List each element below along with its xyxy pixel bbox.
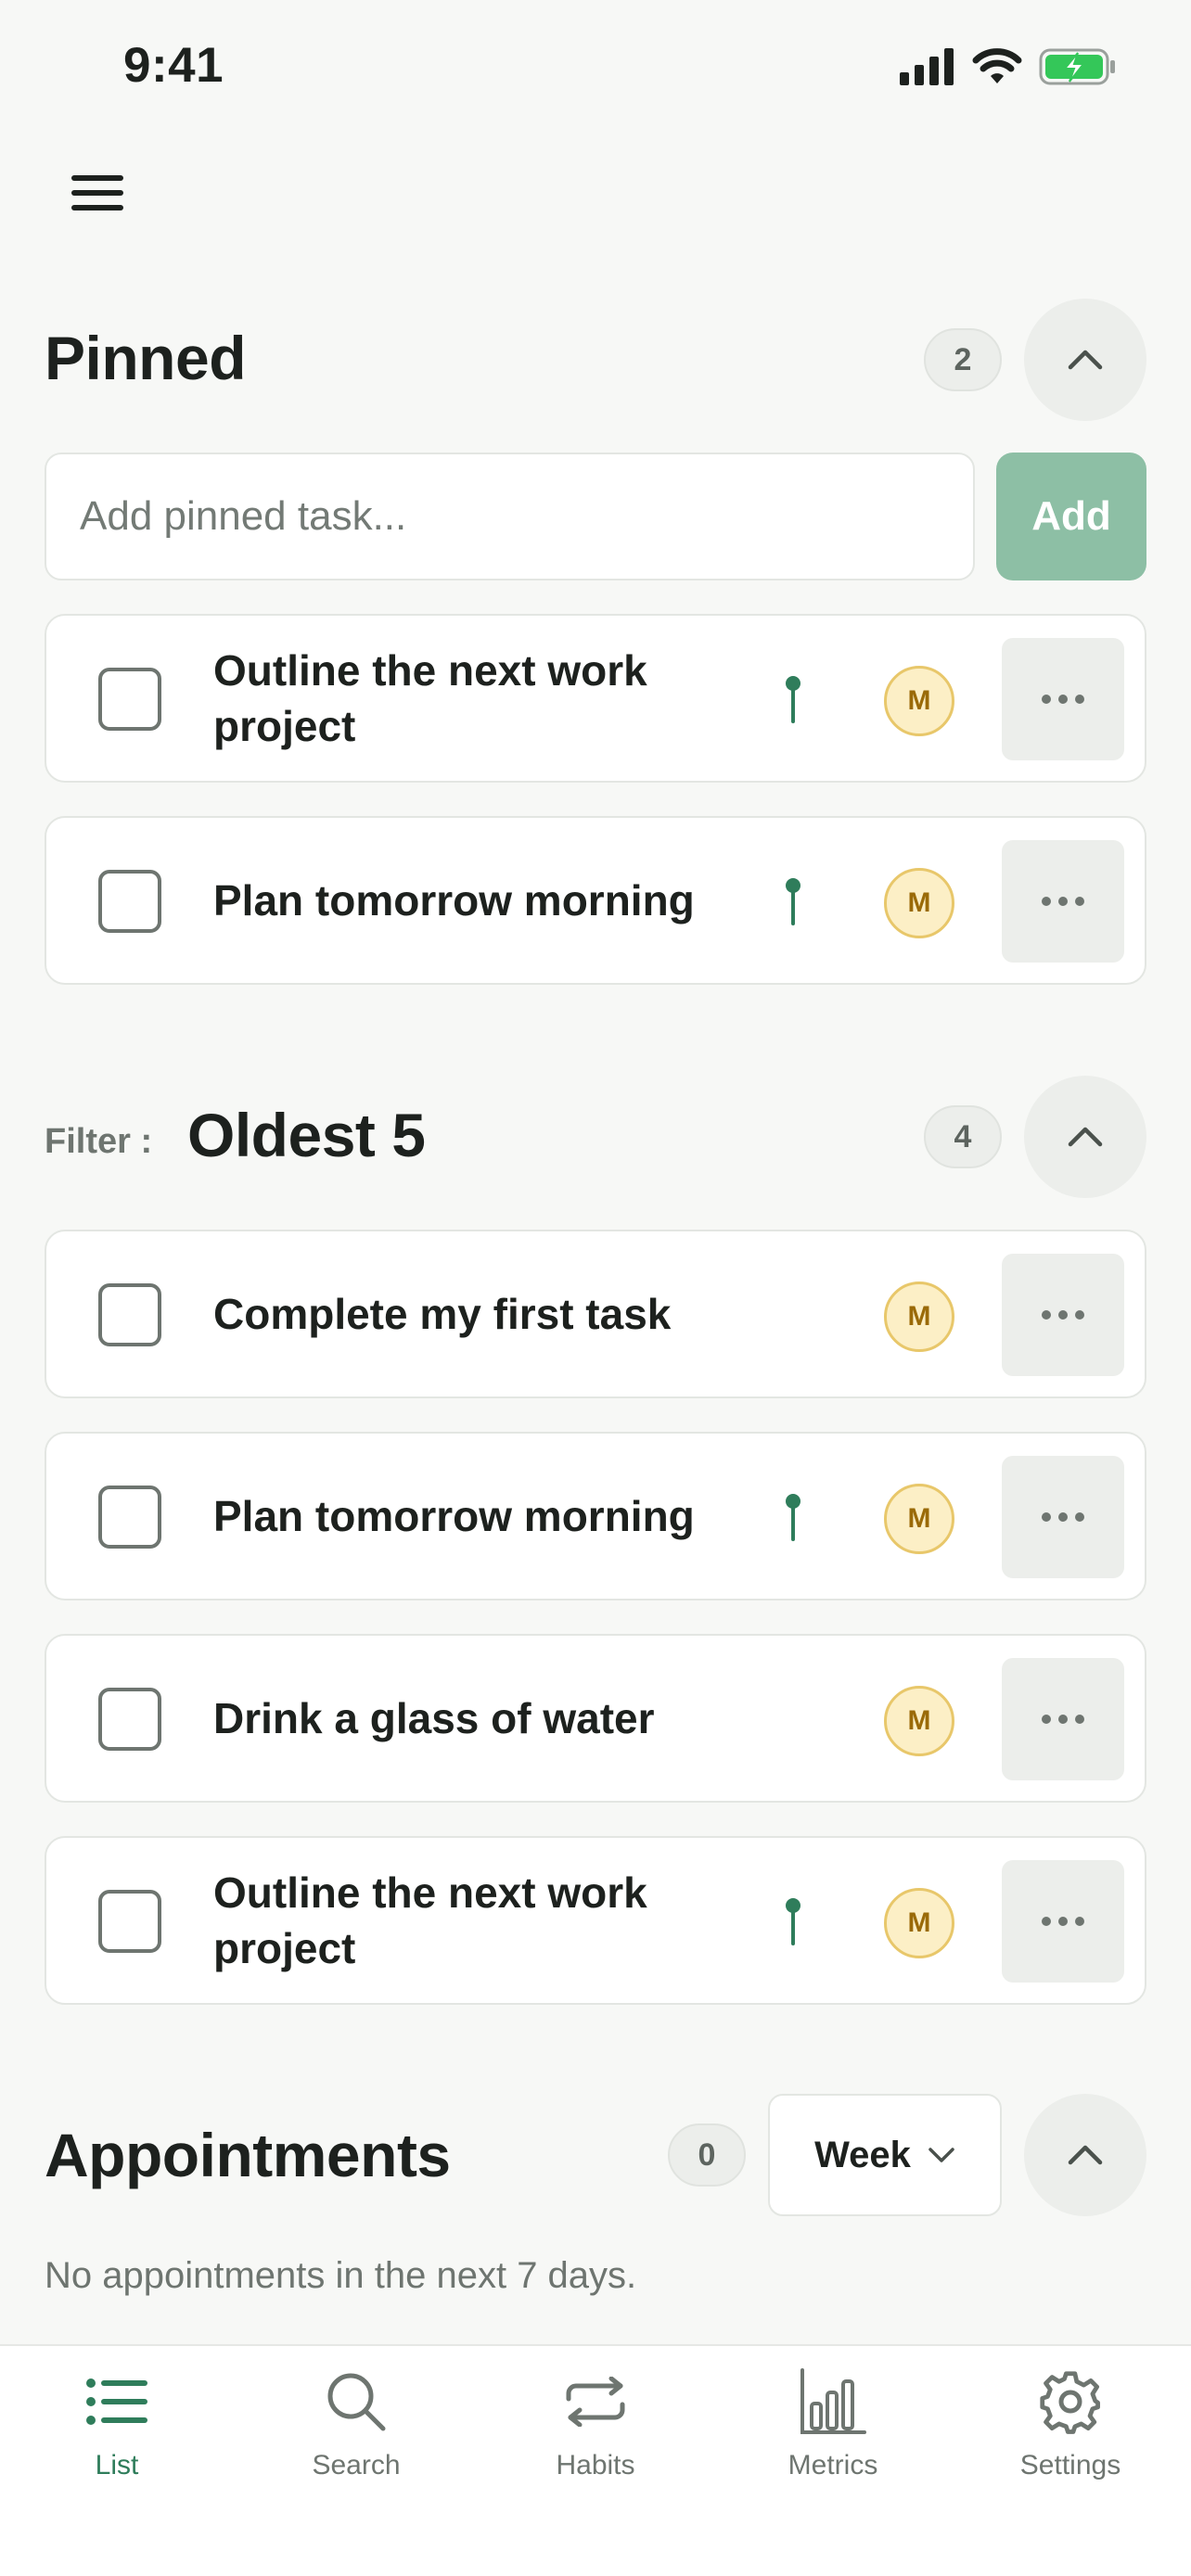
pin-icon bbox=[786, 878, 800, 925]
appointments-count-badge: 0 bbox=[668, 2123, 746, 2187]
filter-task-card[interactable]: Complete my first task M bbox=[45, 1230, 1146, 1398]
task-more-button[interactable] bbox=[1002, 1658, 1124, 1780]
status-bar: 9:41 bbox=[0, 0, 1191, 139]
pin-icon bbox=[786, 676, 800, 723]
assignee-avatar: M bbox=[884, 1282, 954, 1352]
task-more-button[interactable] bbox=[1002, 638, 1124, 760]
gear-icon bbox=[1040, 2371, 1100, 2434]
chevron-up-icon bbox=[1068, 1127, 1103, 1147]
tab-label: Search bbox=[312, 2450, 401, 2480]
app-screen: 9:41 Pinned 2 Add pinned task... Add Out… bbox=[0, 0, 1191, 2576]
pinned-count-badge: 2 bbox=[924, 328, 1002, 391]
add-pinned-task-button[interactable]: Add bbox=[996, 453, 1146, 580]
assignee-avatar: M bbox=[884, 868, 954, 938]
more-dot-icon bbox=[1075, 1917, 1084, 1926]
tab-bar: List Search Habits Metrics Settings bbox=[0, 2344, 1191, 2576]
hamburger-menu-icon bbox=[71, 175, 123, 210]
filter-section-title: Oldest 5 bbox=[187, 1101, 426, 1169]
assignee-avatar: M bbox=[884, 1888, 954, 1958]
appointments-collapse-button[interactable] bbox=[1024, 2094, 1146, 2216]
pinned-task-card[interactable]: Plan tomorrow morning M bbox=[45, 816, 1146, 985]
tab-label: Habits bbox=[556, 2450, 635, 2480]
assignee-avatar: M bbox=[884, 1686, 954, 1756]
more-dot-icon bbox=[1075, 695, 1084, 704]
task-checkbox[interactable] bbox=[98, 1486, 161, 1549]
task-title: Outline the next work project bbox=[213, 646, 647, 750]
task-title: Complete my first task bbox=[213, 1290, 672, 1338]
task-title: Drink a glass of water bbox=[213, 1694, 655, 1742]
battery-charging-icon bbox=[1039, 48, 1115, 85]
task-checkbox[interactable] bbox=[98, 1890, 161, 1953]
bar-chart-icon bbox=[800, 2368, 866, 2434]
appointments-section-title: Appointments bbox=[45, 2121, 451, 2189]
appointments-empty-text: No appointments in the next 7 days. bbox=[45, 2255, 637, 2296]
filter-count-badge: 4 bbox=[924, 1105, 1002, 1168]
more-dot-icon bbox=[1058, 695, 1068, 704]
tab-list[interactable]: List bbox=[15, 2365, 219, 2513]
more-dot-icon bbox=[1042, 1715, 1051, 1724]
task-title: Plan tomorrow morning bbox=[213, 876, 695, 925]
filter-task-card[interactable]: Plan tomorrow morning M bbox=[45, 1432, 1146, 1600]
task-title: Outline the next work project bbox=[213, 1868, 647, 1972]
more-dot-icon bbox=[1058, 1310, 1068, 1320]
task-more-button[interactable] bbox=[1002, 1456, 1124, 1578]
menu-button[interactable] bbox=[56, 156, 139, 230]
more-dot-icon bbox=[1058, 1715, 1068, 1724]
more-dot-icon bbox=[1075, 1715, 1084, 1724]
filter-collapse-button[interactable] bbox=[1024, 1076, 1146, 1198]
tab-settings[interactable]: Settings bbox=[968, 2365, 1172, 2513]
more-dot-icon bbox=[1058, 897, 1068, 906]
task-title: Plan tomorrow morning bbox=[213, 1492, 695, 1540]
task-more-button[interactable] bbox=[1002, 1860, 1124, 1983]
more-dot-icon bbox=[1042, 1310, 1051, 1320]
assignee-avatar: M bbox=[884, 666, 954, 736]
tab-search[interactable]: Search bbox=[254, 2365, 458, 2513]
more-dot-icon bbox=[1042, 1512, 1051, 1522]
filter-task-card[interactable]: Drink a glass of water M bbox=[45, 1634, 1146, 1803]
task-checkbox[interactable] bbox=[98, 870, 161, 933]
task-more-button[interactable] bbox=[1002, 840, 1124, 963]
search-icon bbox=[327, 2373, 386, 2431]
tab-habits[interactable]: Habits bbox=[493, 2365, 698, 2513]
pinned-task-card[interactable]: Outline the next work project M bbox=[45, 614, 1146, 783]
tab-label: Metrics bbox=[788, 2450, 878, 2480]
status-icons bbox=[900, 48, 1117, 85]
assignee-avatar: M bbox=[884, 1484, 954, 1554]
task-checkbox[interactable] bbox=[98, 1283, 161, 1346]
tab-label: List bbox=[95, 2450, 139, 2480]
status-time: 9:41 bbox=[123, 38, 224, 93]
more-dot-icon bbox=[1042, 897, 1051, 906]
appointments-range-select[interactable]: Week bbox=[768, 2094, 1002, 2216]
more-dot-icon bbox=[1042, 1917, 1051, 1926]
filter-label: Filter : bbox=[45, 1122, 153, 1161]
pinned-task-input[interactable] bbox=[45, 453, 975, 580]
task-more-button[interactable] bbox=[1002, 1254, 1124, 1376]
repeat-icon bbox=[566, 2377, 625, 2427]
pinned-section-title: Pinned bbox=[45, 324, 247, 392]
chevron-up-icon bbox=[1068, 350, 1103, 370]
pin-icon bbox=[786, 1494, 800, 1541]
chevron-down-icon bbox=[928, 2148, 954, 2162]
tab-label: Settings bbox=[1019, 2450, 1121, 2480]
wifi-icon bbox=[972, 48, 1022, 83]
range-select-label: Week bbox=[814, 2134, 911, 2175]
more-dot-icon bbox=[1075, 897, 1084, 906]
list-icon bbox=[86, 2378, 147, 2425]
pin-icon bbox=[786, 1898, 800, 1945]
chevron-up-icon bbox=[1068, 2145, 1103, 2165]
more-dot-icon bbox=[1042, 695, 1051, 704]
tab-metrics[interactable]: Metrics bbox=[731, 2365, 935, 2513]
task-checkbox[interactable] bbox=[98, 1688, 161, 1751]
filter-task-card[interactable]: Outline the next work project M bbox=[45, 1836, 1146, 2005]
pinned-collapse-button[interactable] bbox=[1024, 299, 1146, 421]
more-dot-icon bbox=[1075, 1310, 1084, 1320]
cellular-signal-icon bbox=[900, 48, 954, 85]
more-dot-icon bbox=[1058, 1917, 1068, 1926]
more-dot-icon bbox=[1075, 1512, 1084, 1522]
task-checkbox[interactable] bbox=[98, 668, 161, 731]
more-dot-icon bbox=[1058, 1512, 1068, 1522]
